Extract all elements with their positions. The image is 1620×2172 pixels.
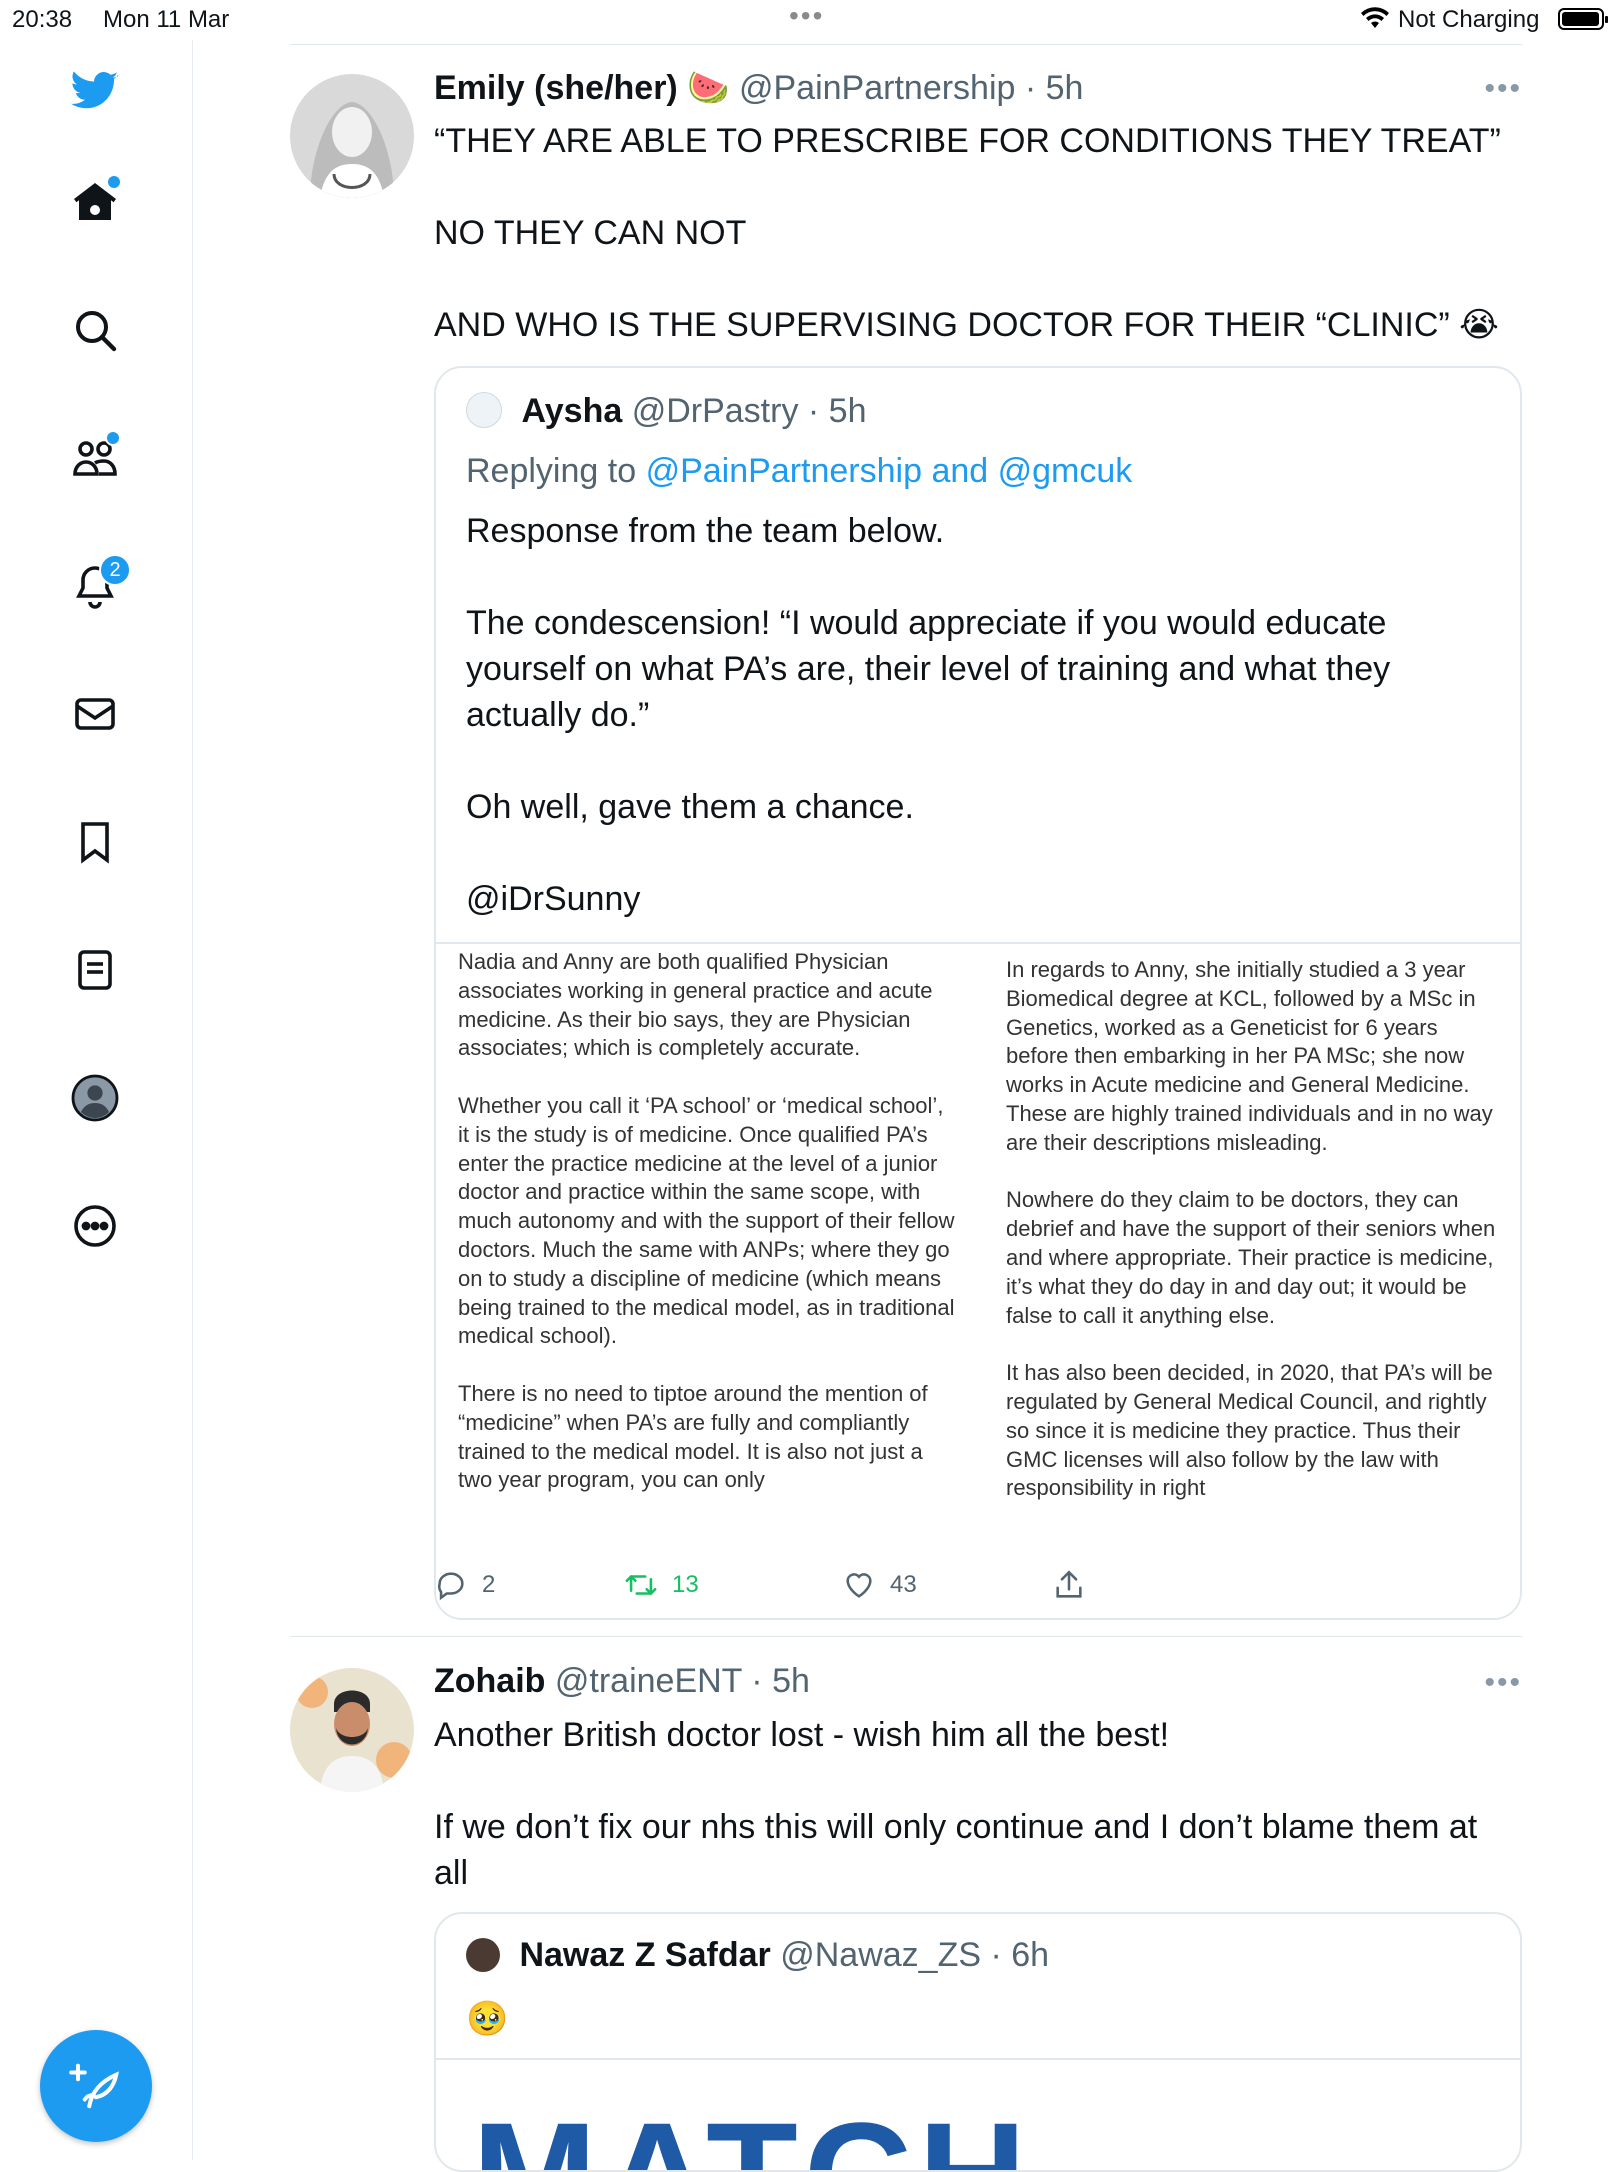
tweet-more-icon[interactable]: ••• bbox=[1484, 1666, 1522, 1700]
tweet-header: Zohaib @traineENT · 5h bbox=[434, 1662, 810, 1701]
notification-count-badge: 2 bbox=[99, 554, 131, 586]
bookmarks-icon[interactable] bbox=[69, 816, 121, 868]
communities-unread-dot bbox=[105, 430, 121, 446]
reply-icon bbox=[438, 1572, 464, 1601]
tweet-more-icon[interactable]: ••• bbox=[1484, 72, 1522, 106]
quote-time: · 6h bbox=[990, 1936, 1050, 1974]
match-logo-text: MATCH bbox=[472, 2100, 1032, 2170]
quote-header: Aysha @DrPastry · 5h bbox=[466, 392, 867, 431]
tweet-paragraph: “THEY ARE ABLE TO PRESCRIBE FOR CONDITIO… bbox=[434, 122, 1501, 160]
communities-icon[interactable] bbox=[69, 430, 121, 484]
notifications-icon[interactable]: 2 bbox=[69, 554, 131, 612]
reply-button[interactable]: 2 bbox=[434, 1568, 495, 1602]
quote-time: · 5h bbox=[807, 392, 867, 430]
status-date: Mon 11 Mar bbox=[103, 6, 230, 33]
retweet-count: 13 bbox=[672, 1571, 699, 1598]
document-paragraph: In regards to Anny, she initially studie… bbox=[1006, 957, 1493, 1155]
heart-icon bbox=[846, 1573, 872, 1598]
timeline-top-divider bbox=[290, 44, 1522, 45]
compose-tweet-button[interactable] bbox=[40, 2030, 152, 2142]
avatar[interactable] bbox=[290, 1668, 414, 1792]
author-handle[interactable]: @PainPartnership bbox=[739, 69, 1015, 107]
tweet-header: Emily (she/her) 🍉 @PainPartnership · 5h bbox=[434, 68, 1083, 108]
replying-to-link[interactable]: @PainPartnership and @gmcuk bbox=[646, 452, 1133, 490]
tweet-paragraph: Another British doctor lost - wish him a… bbox=[434, 1716, 1170, 1754]
retweet-button[interactable]: 13 bbox=[624, 1568, 699, 1602]
quote-tweet[interactable]: Aysha @DrPastry · 5h Replying to @PainPa… bbox=[434, 366, 1522, 1620]
tweet-divider bbox=[290, 1636, 1522, 1637]
messages-icon[interactable] bbox=[69, 688, 121, 740]
quote-emoji: 🥹 bbox=[466, 2000, 509, 2038]
author-name[interactable]: Zohaib bbox=[434, 1662, 545, 1700]
tweet-1[interactable]: Emily (she/her) 🍉 @PainPartnership · 5h … bbox=[290, 69, 1522, 1634]
search-icon[interactable] bbox=[69, 304, 121, 356]
quote-author-handle[interactable]: @Nawaz_ZS bbox=[780, 1936, 981, 1974]
twitter-logo-icon[interactable] bbox=[69, 65, 121, 117]
like-button[interactable]: 43 bbox=[842, 1568, 917, 1602]
like-count: 43 bbox=[890, 1571, 917, 1598]
profile-icon[interactable] bbox=[69, 1072, 121, 1124]
more-icon[interactable] bbox=[69, 1200, 121, 1252]
home-unread-dot bbox=[106, 174, 122, 190]
quote-header: Nawaz Z Safdar @Nawaz_ZS · 6h bbox=[466, 1936, 1049, 1975]
replying-to-line: Replying to @PainPartnership and @gmcuk bbox=[466, 452, 1132, 491]
tweet-time: · 5h bbox=[1024, 69, 1084, 107]
battery-icon bbox=[1558, 8, 1608, 30]
quote-author-name[interactable]: Aysha bbox=[521, 392, 622, 430]
document-paragraph: Whether you call it ‘PA school’ or ‘medi… bbox=[458, 1092, 955, 1349]
quote-image-document[interactable]: Nadia and Anny are both qualified Physic… bbox=[436, 942, 1520, 1618]
quote-author-handle[interactable]: @DrPastry bbox=[632, 392, 799, 430]
reply-count: 2 bbox=[482, 1571, 496, 1598]
quote-image-match[interactable]: MATCH bbox=[436, 2058, 1520, 2170]
document-paragraph: Nowhere do they claim to be doctors, the… bbox=[1006, 1187, 1496, 1328]
status-time: 20:38 bbox=[12, 6, 73, 33]
quote-tweet[interactable]: Nawaz Z Safdar @Nawaz_ZS · 6h 🥹 MATCH bbox=[434, 1912, 1522, 2172]
quote-avatar[interactable] bbox=[466, 1938, 500, 1972]
multitasking-dots-icon[interactable]: ••• bbox=[789, 0, 824, 32]
share-icon bbox=[1056, 1570, 1082, 1598]
document-paragraph: It has also been decided, in 2020, that … bbox=[1006, 1360, 1493, 1501]
tweet-time: · 5h bbox=[751, 1662, 810, 1700]
quote-paragraph: @iDrSunny bbox=[466, 880, 641, 918]
replying-prefix: Replying to bbox=[466, 452, 637, 490]
author-handle[interactable]: @traineENT bbox=[555, 1662, 742, 1700]
compose-feather-icon bbox=[69, 2063, 119, 2109]
avatar[interactable] bbox=[290, 74, 414, 198]
document-paragraph: There is no need to tiptoe around the me… bbox=[458, 1380, 928, 1493]
document-paragraph: Nadia and Anny are both qualified Physic… bbox=[458, 949, 933, 1061]
quote-text: 🥹 bbox=[466, 1996, 1486, 2042]
tweet-text: “THEY ARE ABLE TO PRESCRIBE FOR CONDITIO… bbox=[434, 118, 1514, 394]
status-bar: 20:38 Mon 11 Mar ••• Not Charging bbox=[0, 0, 1620, 40]
quote-paragraph: Response from the team below. bbox=[466, 512, 945, 550]
tweet-2[interactable]: Zohaib @traineENT · 5h ••• Another Briti… bbox=[290, 1662, 1522, 2172]
quote-paragraph: The condescension! “I would appreciate i… bbox=[466, 604, 1391, 734]
home-icon[interactable] bbox=[69, 174, 122, 228]
author-name[interactable]: Emily (she/her) 🍉 bbox=[434, 69, 730, 107]
tweet-paragraph: AND WHO IS THE SUPERVISING DOCTOR FOR TH… bbox=[434, 306, 1499, 344]
sidebar: 2 bbox=[0, 40, 193, 2160]
retweet-icon bbox=[625, 1575, 657, 1595]
tweet-text: Another British doctor lost - wish him a… bbox=[434, 1712, 1514, 1942]
quote-text: Response from the team below. The condes… bbox=[466, 508, 1486, 968]
lists-icon[interactable] bbox=[69, 944, 121, 996]
document-left-column: Nadia and Anny are both qualified Physic… bbox=[458, 948, 958, 1524]
document-right-column: In regards to Anny, she initially studie… bbox=[1006, 956, 1506, 1532]
tweet-paragraph: NO THEY CAN NOT bbox=[434, 214, 747, 252]
quote-author-name[interactable]: Nawaz Z Safdar bbox=[519, 1936, 770, 1974]
tweet-actions: 2 13 43 bbox=[434, 1568, 1094, 1608]
quote-paragraph: Oh well, gave them a chance. bbox=[466, 788, 914, 826]
share-button[interactable] bbox=[1052, 1568, 1086, 1602]
quote-avatar[interactable] bbox=[466, 392, 502, 428]
tweet-paragraph: If we don’t fix our nhs this will only c… bbox=[434, 1808, 1478, 1892]
wifi-icon bbox=[1361, 7, 1389, 28]
charging-status: Not Charging bbox=[1398, 6, 1540, 33]
